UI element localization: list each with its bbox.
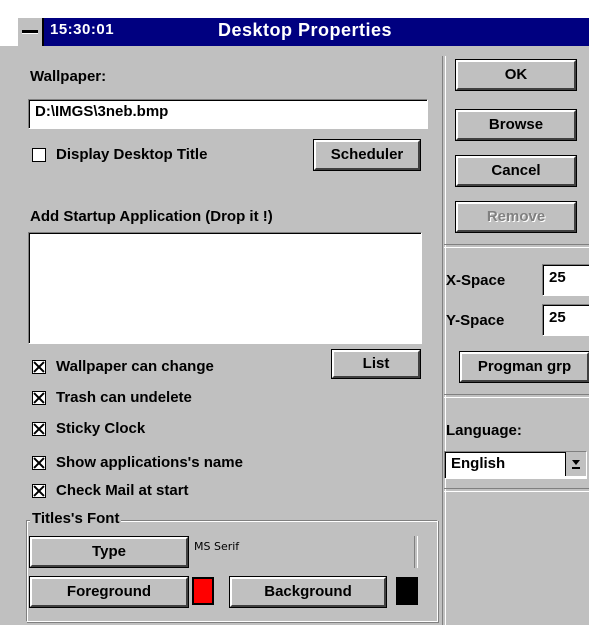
dialog-client-area: Wallpaper: D:\IMGS\3neb.bmp Display Desk… bbox=[18, 46, 589, 625]
option-wallpaper-change-checkbox[interactable] bbox=[32, 360, 46, 374]
remove-button[interactable]: Remove bbox=[455, 201, 577, 233]
scheduler-button-label: Scheduler bbox=[330, 146, 404, 163]
y-space-value: 25 bbox=[549, 309, 566, 326]
option-sticky-clock-label: Sticky Clock bbox=[56, 420, 146, 437]
foreground-color-button[interactable]: Foreground bbox=[29, 576, 189, 608]
font-name-value: MS Serif bbox=[194, 540, 240, 553]
option-show-app-name-label: Show applications's name bbox=[56, 454, 243, 471]
display-title-checkbox[interactable] bbox=[32, 148, 46, 162]
language-select[interactable]: English bbox=[444, 451, 587, 479]
browse-button[interactable]: Browse bbox=[455, 109, 577, 141]
option-sticky-clock-checkbox[interactable] bbox=[32, 422, 46, 436]
language-label: Language: bbox=[446, 422, 522, 439]
background-color-button-label: Background bbox=[264, 583, 352, 600]
remove-button-label: Remove bbox=[486, 208, 546, 225]
window-title: Desktop Properties bbox=[218, 20, 393, 40]
desktop-properties-window: 15:30:01 Desktop Properties Wallpaper: D… bbox=[0, 0, 589, 625]
wallpaper-path-field[interactable]: D:\IMGS\3neb.bmp bbox=[28, 99, 428, 129]
foreground-color-swatch bbox=[192, 577, 214, 605]
wallpaper-path-value: D:\IMGS\3neb.bmp bbox=[35, 103, 169, 120]
font-name-separator bbox=[414, 536, 418, 568]
browse-button-label: Browse bbox=[488, 116, 544, 133]
title-bar-area: 15:30:01 Desktop Properties bbox=[0, 0, 589, 46]
display-title-label: Display Desktop Title bbox=[56, 146, 208, 163]
scheduler-button[interactable]: Scheduler bbox=[313, 139, 421, 171]
ok-button-label: OK bbox=[504, 66, 528, 83]
chevron-down-icon bbox=[572, 460, 580, 469]
startup-application-list[interactable] bbox=[28, 232, 422, 344]
option-check-mail-checkbox[interactable] bbox=[32, 484, 46, 498]
y-space-field[interactable]: 25 bbox=[542, 304, 589, 336]
startup-label: Add Startup Application (Drop it !) bbox=[30, 208, 273, 225]
option-show-app-name-checkbox[interactable] bbox=[32, 456, 46, 470]
language-dropdown-button[interactable] bbox=[565, 452, 586, 476]
x-space-label: X-Space bbox=[446, 272, 506, 289]
cancel-button[interactable]: Cancel bbox=[455, 155, 577, 187]
x-space-value: 25 bbox=[549, 269, 566, 286]
background-color-button[interactable]: Background bbox=[229, 576, 387, 608]
column-separator bbox=[442, 56, 446, 625]
font-type-button-label: Type bbox=[92, 543, 126, 560]
cancel-button-label: Cancel bbox=[491, 162, 541, 179]
option-wallpaper-change-label: Wallpaper can change bbox=[56, 358, 214, 375]
option-trash-undelete-checkbox[interactable] bbox=[32, 391, 46, 405]
right-separator-2 bbox=[444, 394, 589, 398]
font-type-button[interactable]: Type bbox=[29, 536, 189, 568]
progman-group-button[interactable]: Progman grp bbox=[459, 351, 589, 383]
option-check-mail-label: Check Mail at start bbox=[56, 482, 189, 499]
ok-button[interactable]: OK bbox=[455, 59, 577, 91]
option-trash-undelete-label: Trash can undelete bbox=[56, 389, 192, 406]
titles-font-group-label: Titles's Font bbox=[30, 510, 122, 527]
progman-group-button-label: Progman grp bbox=[477, 358, 572, 375]
wallpaper-label: Wallpaper: bbox=[30, 68, 107, 85]
x-space-field[interactable]: 25 bbox=[542, 264, 589, 296]
y-space-label: Y-Space bbox=[446, 312, 505, 329]
language-selected-value: English bbox=[451, 455, 506, 472]
system-menu-button[interactable] bbox=[18, 18, 44, 46]
right-separator-1 bbox=[444, 244, 589, 248]
system-menu-icon bbox=[22, 30, 38, 33]
list-button[interactable]: List bbox=[331, 349, 421, 379]
right-separator-3 bbox=[444, 488, 589, 492]
list-button-label: List bbox=[362, 355, 390, 372]
title-clock: 15:30:01 bbox=[50, 21, 115, 38]
background-color-swatch bbox=[396, 577, 418, 605]
foreground-color-button-label: Foreground bbox=[66, 583, 152, 600]
